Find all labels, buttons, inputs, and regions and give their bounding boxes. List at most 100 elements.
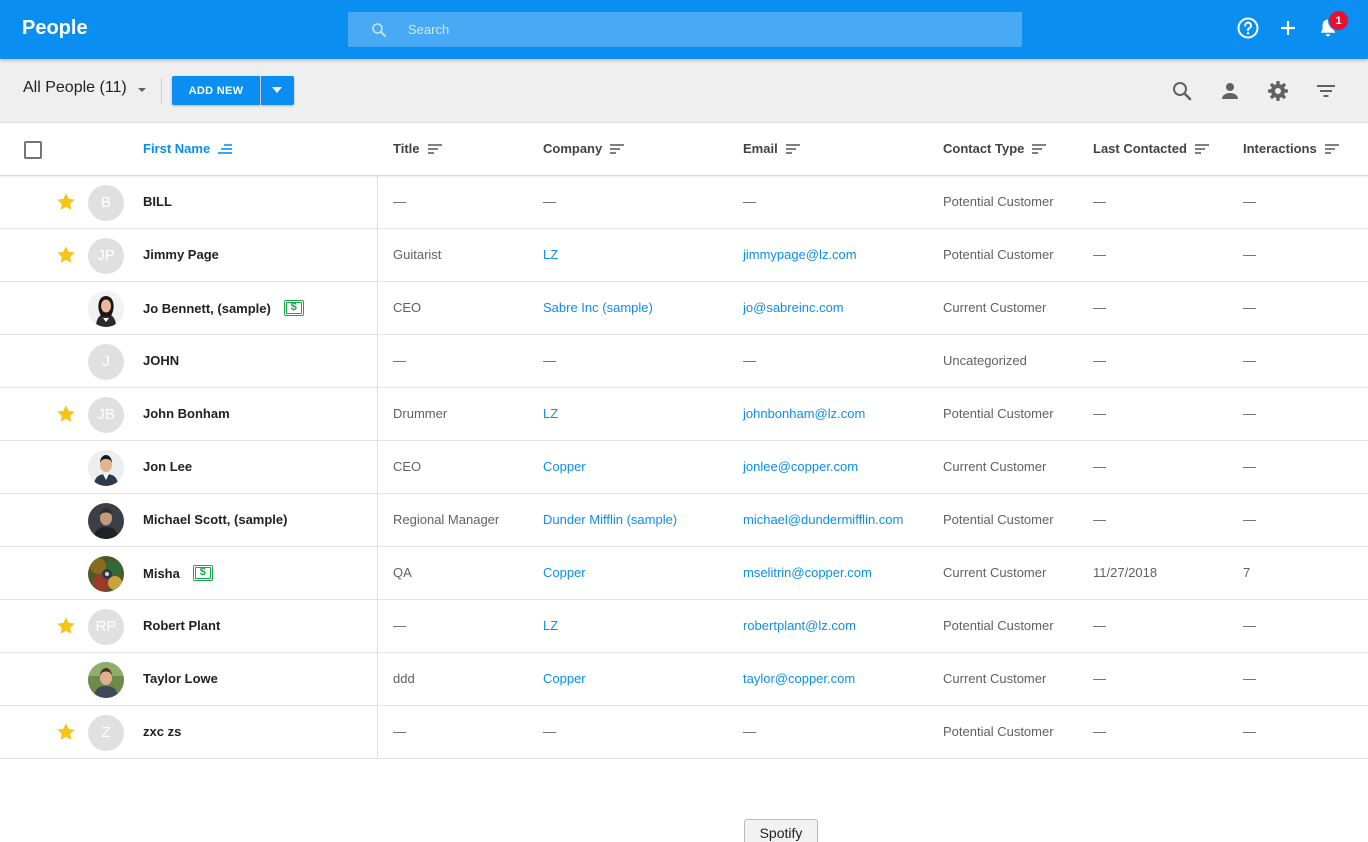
email-link[interactable]: jo@sabreinc.com: [743, 300, 844, 315]
people-table-body: B BILL — — — Potential Customer — — JP Jimmy Page…: [0, 176, 1368, 759]
table-row[interactable]: JP Jimmy Page Guitarist LZ jimmypage@lz.com P…: [0, 229, 1368, 282]
table-row[interactable]: Michael Scott, (sample) Regional Manager D…: [0, 494, 1368, 547]
contact-type-cell: Potential Customer: [943, 618, 1054, 633]
column-header-email[interactable]: Email: [743, 141, 800, 156]
table-row[interactable]: Jo Bennett, (sample) $ CEO Sabre Inc (sampl…: [0, 282, 1368, 335]
column-header-label: Email: [743, 141, 778, 156]
company-link[interactable]: LZ: [543, 406, 558, 421]
email-link[interactable]: jimmypage@lz.com: [743, 247, 857, 262]
table-row[interactable]: Misha $ QA Copper mselitrin@copper.com Curren…: [0, 547, 1368, 600]
title-cell: —: [393, 194, 406, 209]
contact-type-cell: Current Customer: [943, 300, 1047, 315]
email-link[interactable]: mselitrin@copper.com: [743, 565, 872, 580]
company-link[interactable]: Copper: [543, 459, 586, 474]
star-icon[interactable]: [55, 191, 77, 213]
interactions-cell: —: [1243, 300, 1256, 315]
person-name-cell[interactable]: JOHN: [143, 353, 179, 368]
star-icon[interactable]: [55, 615, 77, 637]
gear-icon[interactable]: [1266, 79, 1290, 103]
person-name: JOHN: [143, 353, 180, 368]
company-link[interactable]: Dunder Mifflin (sample): [543, 512, 677, 527]
person-name-cell[interactable]: Taylor Lowe: [143, 671, 218, 686]
spotify-button[interactable]: Spotify: [744, 819, 818, 842]
notification-badge: 1: [1328, 10, 1349, 31]
table-row[interactable]: J JOHN — — — Uncategorized — —: [0, 335, 1368, 388]
column-header-interactions[interactable]: Interactions: [1243, 141, 1339, 156]
title-cell: Drummer: [393, 406, 448, 421]
caret-down-icon[interactable]: [138, 88, 146, 92]
add-new-button[interactable]: ADD NEW: [172, 76, 260, 105]
email-link[interactable]: johnbonham@lz.com: [743, 406, 865, 421]
sort-icon: [1324, 143, 1339, 154]
column-header-title[interactable]: Title: [393, 141, 442, 156]
column-header-company[interactable]: Company: [543, 141, 625, 156]
avatar: [88, 503, 124, 539]
contact-type-cell: Potential Customer: [943, 247, 1054, 262]
person-name-cell[interactable]: Jo Bennett, (sample) $: [143, 300, 304, 316]
last-contacted-cell: —: [1093, 618, 1106, 633]
star-icon[interactable]: [55, 721, 77, 743]
email-link[interactable]: michael@dundermifflin.com: [743, 512, 903, 527]
add-new-dropdown-button[interactable]: [261, 76, 294, 105]
person-name-cell[interactable]: Michael Scott, (sample): [143, 512, 287, 527]
column-header-label: First Name: [143, 141, 211, 156]
table-row[interactable]: JB John Bonham Drummer LZ johnbonham@lz.com P…: [0, 388, 1368, 441]
search-bar[interactable]: [348, 12, 1022, 47]
help-icon[interactable]: [1236, 16, 1260, 40]
column-divider: [377, 229, 378, 282]
table-row[interactable]: Jon Lee CEO Copper jonlee@copper.com Current…: [0, 441, 1368, 494]
top-app-bar: People 1: [0, 0, 1368, 59]
last-contacted-cell: —: [1093, 406, 1106, 421]
avatar: JB: [88, 397, 124, 433]
person-name-cell[interactable]: zxc zs: [143, 724, 181, 739]
sort-icon: [785, 143, 800, 154]
view-selector[interactable]: All People (11): [23, 79, 127, 97]
email-link[interactable]: taylor@copper.com: [743, 671, 855, 686]
star-icon[interactable]: [55, 403, 77, 425]
person-name: Michael Scott, (sample): [143, 512, 288, 527]
column-header-first-name[interactable]: First Name: [143, 141, 233, 156]
column-header-last-contacted[interactable]: Last Contacted: [1093, 141, 1209, 156]
column-header-label: Interactions: [1243, 141, 1317, 156]
person-name-cell[interactable]: Robert Plant: [143, 618, 220, 633]
company-link[interactable]: LZ: [543, 247, 558, 262]
table-row[interactable]: Zzxc zs — — — Potential Customer — —: [0, 706, 1368, 759]
select-all-checkbox[interactable]: [24, 141, 42, 159]
column-header-contact-type[interactable]: Contact Type: [943, 141, 1047, 156]
table-row[interactable]: Taylor Lowe ddd Copper taylor@copper.com Cur…: [0, 653, 1368, 706]
search-icon[interactable]: [1170, 79, 1194, 103]
contact-type-cell: Potential Customer: [943, 512, 1054, 527]
company-link[interactable]: Copper: [543, 671, 586, 686]
table-row[interactable]: B BILL — — — Potential Customer — —: [0, 176, 1368, 229]
company-link: —: [543, 353, 556, 368]
contact-type-cell: Potential Customer: [943, 194, 1054, 209]
company-link[interactable]: Sabre Inc (sample): [543, 300, 653, 315]
company-link[interactable]: LZ: [543, 618, 558, 633]
star-icon[interactable]: [55, 244, 77, 266]
search-input[interactable]: [408, 12, 1008, 47]
interactions-cell: —: [1243, 459, 1256, 474]
avatar: [88, 450, 124, 486]
add-icon[interactable]: [1276, 16, 1300, 40]
company-link[interactable]: Copper: [543, 565, 586, 580]
column-divider: [377, 706, 378, 759]
interactions-cell: 7: [1243, 565, 1251, 580]
person-name: Robert Plant: [143, 618, 221, 633]
column-divider: [377, 176, 378, 229]
avatar: RP: [88, 609, 124, 645]
person-icon[interactable]: [1218, 79, 1242, 103]
person-name-cell[interactable]: Jimmy Page: [143, 247, 219, 262]
person-name-cell[interactable]: Misha $: [143, 565, 213, 581]
table-row[interactable]: RP Robert Plant — LZ robertplant@lz.com Poten…: [0, 600, 1368, 653]
column-divider: [377, 441, 378, 494]
title-cell: Regional Manager: [393, 512, 500, 527]
sort-icon: [610, 143, 625, 154]
interactions-cell: —: [1243, 618, 1256, 633]
person-name-cell[interactable]: Jon Lee: [143, 459, 192, 474]
email-link[interactable]: robertplant@lz.com: [743, 618, 856, 633]
column-divider: [377, 335, 378, 388]
filter-icon[interactable]: [1314, 79, 1338, 103]
person-name-cell[interactable]: BILL: [143, 194, 172, 209]
email-link[interactable]: jonlee@copper.com: [743, 459, 858, 474]
person-name-cell[interactable]: John Bonham: [143, 406, 230, 421]
